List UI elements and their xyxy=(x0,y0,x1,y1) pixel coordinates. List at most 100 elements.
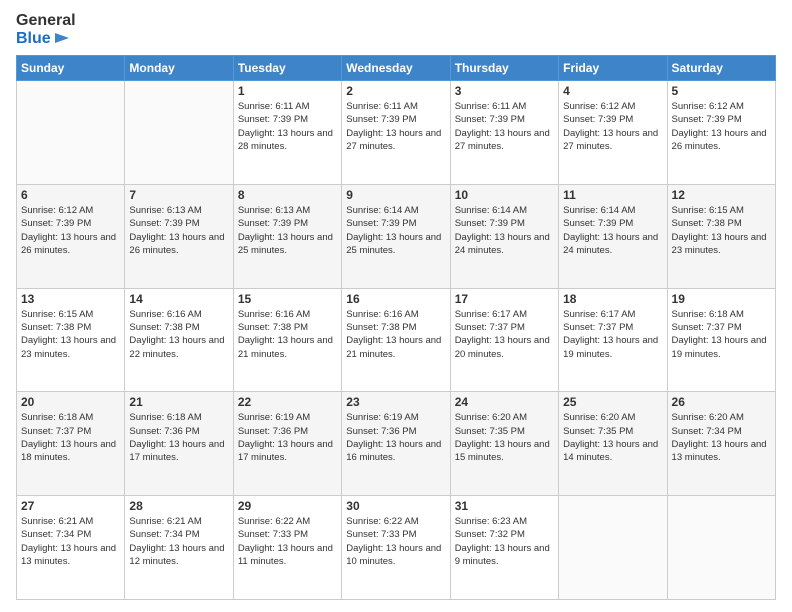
day-info: Sunrise: 6:18 AM Sunset: 7:36 PM Dayligh… xyxy=(129,411,228,464)
calendar-day-header: Thursday xyxy=(450,56,558,81)
calendar-cell xyxy=(17,81,125,185)
day-info: Sunrise: 6:20 AM Sunset: 7:35 PM Dayligh… xyxy=(563,411,662,464)
day-info: Sunrise: 6:14 AM Sunset: 7:39 PM Dayligh… xyxy=(563,204,662,257)
day-number: 12 xyxy=(672,188,771,202)
calendar-cell: 15 Sunrise: 6:16 AM Sunset: 7:38 PM Dayli… xyxy=(233,288,341,392)
day-info: Sunrise: 6:15 AM Sunset: 7:38 PM Dayligh… xyxy=(21,308,120,361)
day-number: 23 xyxy=(346,395,445,409)
day-number: 9 xyxy=(346,188,445,202)
calendar-cell: 9Sunrise: 6:14 AM Sunset: 7:39 PM Daylig… xyxy=(342,184,450,288)
calendar-cell xyxy=(125,81,233,185)
day-number: 31 xyxy=(455,499,554,513)
calendar-cell xyxy=(559,496,667,600)
day-info: Sunrise: 6:11 AM Sunset: 7:39 PM Dayligh… xyxy=(238,100,337,153)
day-number: 30 xyxy=(346,499,445,513)
calendar-cell: 4 Sunrise: 6:12 AM Sunset: 7:39 PM Daylig… xyxy=(559,81,667,185)
calendar-cell: 12Sunrise: 6:15 AM Sunset: 7:38 PM Dayli… xyxy=(667,184,775,288)
day-info: Sunrise: 6:19 AM Sunset: 7:36 PM Dayligh… xyxy=(238,411,337,464)
day-info: Sunrise: 6:16 AM Sunset: 7:38 PM Dayligh… xyxy=(346,308,445,361)
day-info: Sunrise: 6:19 AM Sunset: 7:36 PM Dayligh… xyxy=(346,411,445,464)
calendar-cell: 30 Sunrise: 6:22 AM Sunset: 7:33 PM Dayli… xyxy=(342,496,450,600)
day-number: 27 xyxy=(21,499,120,513)
day-number: 5 xyxy=(672,84,771,98)
calendar-cell: 7 Sunrise: 6:13 AM Sunset: 7:39 PM Daylig… xyxy=(125,184,233,288)
day-number: 29 xyxy=(238,499,337,513)
day-info: Sunrise: 6:17 AM Sunset: 7:37 PM Dayligh… xyxy=(455,308,554,361)
calendar-cell: 17 Sunrise: 6:17 AM Sunset: 7:37 PM Dayli… xyxy=(450,288,558,392)
calendar-cell: 14 Sunrise: 6:16 AM Sunset: 7:38 PM Dayli… xyxy=(125,288,233,392)
logo-blue: Blue xyxy=(16,30,51,48)
logo-general: General xyxy=(16,12,76,30)
calendar-cell: 16 Sunrise: 6:16 AM Sunset: 7:38 PM Dayli… xyxy=(342,288,450,392)
calendar-cell: 23 Sunrise: 6:19 AM Sunset: 7:36 PM Dayli… xyxy=(342,392,450,496)
calendar-cell: 25 Sunrise: 6:20 AM Sunset: 7:35 PM Dayli… xyxy=(559,392,667,496)
day-number: 11 xyxy=(563,188,662,202)
calendar-cell: 3 Sunrise: 6:11 AM Sunset: 7:39 PM Daylig… xyxy=(450,81,558,185)
day-number: 17 xyxy=(455,292,554,306)
calendar-cell: 31 Sunrise: 6:23 AM Sunset: 7:32 PM Dayli… xyxy=(450,496,558,600)
calendar-cell: 29Sunrise: 6:22 AM Sunset: 7:33 PM Dayli… xyxy=(233,496,341,600)
calendar-week-row: 1Sunrise: 6:11 AM Sunset: 7:39 PM Daylig… xyxy=(17,81,776,185)
day-info: Sunrise: 6:11 AM Sunset: 7:39 PM Dayligh… xyxy=(455,100,554,153)
day-info: Sunrise: 6:12 AM Sunset: 7:39 PM Dayligh… xyxy=(563,100,662,153)
day-number: 18 xyxy=(563,292,662,306)
day-number: 16 xyxy=(346,292,445,306)
calendar-cell: 1Sunrise: 6:11 AM Sunset: 7:39 PM Daylig… xyxy=(233,81,341,185)
day-info: Sunrise: 6:22 AM Sunset: 7:33 PM Dayligh… xyxy=(346,515,445,568)
calendar-day-header: Monday xyxy=(125,56,233,81)
calendar-cell: 24Sunrise: 6:20 AM Sunset: 7:35 PM Dayli… xyxy=(450,392,558,496)
calendar-day-header: Tuesday xyxy=(233,56,341,81)
day-number: 14 xyxy=(129,292,228,306)
day-number: 4 xyxy=(563,84,662,98)
calendar-day-header: Friday xyxy=(559,56,667,81)
day-info: Sunrise: 6:11 AM Sunset: 7:39 PM Dayligh… xyxy=(346,100,445,153)
day-info: Sunrise: 6:12 AM Sunset: 7:39 PM Dayligh… xyxy=(672,100,771,153)
day-number: 10 xyxy=(455,188,554,202)
calendar-week-row: 20 Sunrise: 6:18 AM Sunset: 7:37 PM Dayli… xyxy=(17,392,776,496)
logo: General Blue xyxy=(16,12,76,47)
calendar-cell: 18 Sunrise: 6:17 AM Sunset: 7:37 PM Dayli… xyxy=(559,288,667,392)
calendar-week-row: 13 Sunrise: 6:15 AM Sunset: 7:38 PM Dayli… xyxy=(17,288,776,392)
day-info: Sunrise: 6:20 AM Sunset: 7:34 PM Dayligh… xyxy=(672,411,771,464)
calendar-cell: 27 Sunrise: 6:21 AM Sunset: 7:34 PM Dayli… xyxy=(17,496,125,600)
calendar-cell: 26Sunrise: 6:20 AM Sunset: 7:34 PM Dayli… xyxy=(667,392,775,496)
day-info: Sunrise: 6:18 AM Sunset: 7:37 PM Dayligh… xyxy=(672,308,771,361)
header: General Blue xyxy=(16,12,776,47)
day-info: Sunrise: 6:20 AM Sunset: 7:35 PM Dayligh… xyxy=(455,411,554,464)
day-info: Sunrise: 6:23 AM Sunset: 7:32 PM Dayligh… xyxy=(455,515,554,568)
calendar-cell: 13 Sunrise: 6:15 AM Sunset: 7:38 PM Dayli… xyxy=(17,288,125,392)
day-number: 15 xyxy=(238,292,337,306)
day-number: 3 xyxy=(455,84,554,98)
day-number: 21 xyxy=(129,395,228,409)
calendar-cell xyxy=(667,496,775,600)
calendar-cell: 10 Sunrise: 6:14 AM Sunset: 7:39 PM Dayli… xyxy=(450,184,558,288)
calendar-cell: 6Sunrise: 6:12 AM Sunset: 7:39 PM Daylig… xyxy=(17,184,125,288)
day-number: 20 xyxy=(21,395,120,409)
calendar-cell: 28 Sunrise: 6:21 AM Sunset: 7:34 PM Dayli… xyxy=(125,496,233,600)
calendar: SundayMondayTuesdayWednesdayThursdayFrid… xyxy=(16,55,776,600)
calendar-day-header: Sunday xyxy=(17,56,125,81)
day-number: 25 xyxy=(563,395,662,409)
day-info: Sunrise: 6:16 AM Sunset: 7:38 PM Dayligh… xyxy=(129,308,228,361)
calendar-week-row: 27 Sunrise: 6:21 AM Sunset: 7:34 PM Dayli… xyxy=(17,496,776,600)
page: General Blue SundayMondayTuesdayWednesda… xyxy=(0,0,792,612)
calendar-cell: 2Sunrise: 6:11 AM Sunset: 7:39 PM Daylig… xyxy=(342,81,450,185)
calendar-cell: 22 Sunrise: 6:19 AM Sunset: 7:36 PM Dayli… xyxy=(233,392,341,496)
day-info: Sunrise: 6:21 AM Sunset: 7:34 PM Dayligh… xyxy=(129,515,228,568)
day-info: Sunrise: 6:13 AM Sunset: 7:39 PM Dayligh… xyxy=(129,204,228,257)
calendar-week-row: 6Sunrise: 6:12 AM Sunset: 7:39 PM Daylig… xyxy=(17,184,776,288)
calendar-cell: 8Sunrise: 6:13 AM Sunset: 7:39 PM Daylig… xyxy=(233,184,341,288)
day-info: Sunrise: 6:16 AM Sunset: 7:38 PM Dayligh… xyxy=(238,308,337,361)
logo-triangle-icon xyxy=(53,31,71,45)
day-number: 28 xyxy=(129,499,228,513)
day-info: Sunrise: 6:18 AM Sunset: 7:37 PM Dayligh… xyxy=(21,411,120,464)
day-number: 13 xyxy=(21,292,120,306)
calendar-day-header: Wednesday xyxy=(342,56,450,81)
day-info: Sunrise: 6:21 AM Sunset: 7:34 PM Dayligh… xyxy=(21,515,120,568)
day-number: 22 xyxy=(238,395,337,409)
day-number: 19 xyxy=(672,292,771,306)
day-number: 7 xyxy=(129,188,228,202)
calendar-cell: 21 Sunrise: 6:18 AM Sunset: 7:36 PM Dayli… xyxy=(125,392,233,496)
day-info: Sunrise: 6:14 AM Sunset: 7:39 PM Dayligh… xyxy=(455,204,554,257)
day-info: Sunrise: 6:17 AM Sunset: 7:37 PM Dayligh… xyxy=(563,308,662,361)
